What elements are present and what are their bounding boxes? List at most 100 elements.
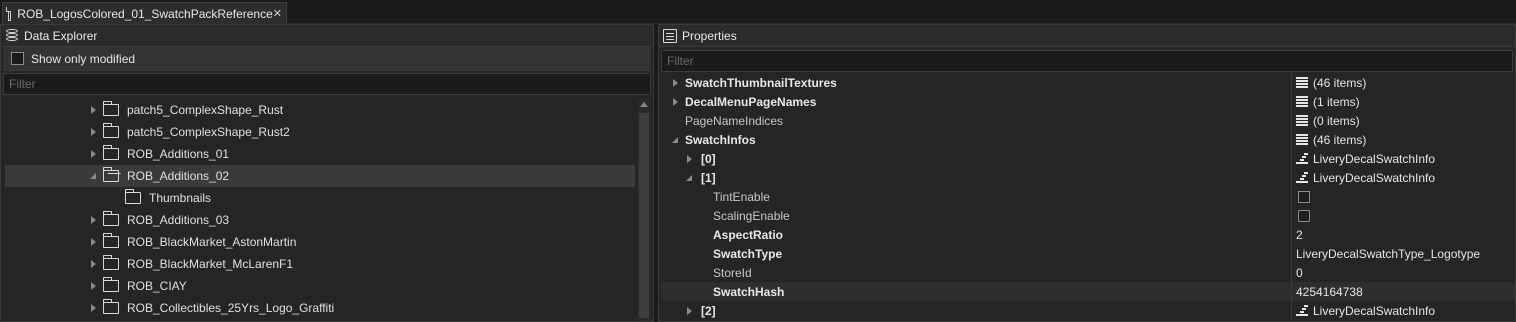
collapse-arrow-icon[interactable] xyxy=(89,237,99,247)
property-value[interactable]: LiveryDecalSwatchInfo xyxy=(1291,301,1515,320)
property-checkbox[interactable] xyxy=(1298,209,1310,222)
folder-icon xyxy=(103,101,119,116)
property-value-text: (1 items) xyxy=(1313,94,1360,109)
property-value[interactable]: LiveryDecalSwatchType_Logotype xyxy=(1291,244,1515,263)
expand-arrow-icon[interactable] xyxy=(685,173,693,182)
property-value[interactable]: (46 items) xyxy=(1291,73,1515,92)
property-value[interactable]: LiveryDecalSwatchInfo xyxy=(1291,149,1515,168)
tree-item-label: patch5_ComplexShape_Rust2 xyxy=(127,125,290,139)
property-value[interactable]: 4254164738 xyxy=(1291,282,1515,301)
property-row[interactable]: SwatchType LiveryDecalSwatchType_Logotype xyxy=(661,244,1515,263)
tree-item[interactable]: patch5_ComplexShape_Rust2 xyxy=(5,121,635,143)
tree-item-label: ROB_Additions_01 xyxy=(127,147,230,161)
collapse-arrow-icon[interactable] xyxy=(89,259,99,269)
collapse-arrow-icon[interactable] xyxy=(671,78,679,87)
object-icon xyxy=(1296,304,1308,318)
tree-item-label: patch5_ComplexShape_Rust xyxy=(127,103,284,117)
expand-arrow-icon[interactable] xyxy=(671,135,679,144)
property-name: AspectRatio xyxy=(713,227,784,242)
property-row[interactable]: [1] LiveryDecalSwatchInfo xyxy=(661,168,1515,187)
scrollbar-thumb[interactable] xyxy=(639,113,649,318)
object-icon xyxy=(1296,171,1308,185)
properties-filter-input[interactable] xyxy=(662,51,1512,71)
property-row[interactable]: StoreId 0 xyxy=(661,263,1515,282)
expand-arrow-icon[interactable] xyxy=(89,171,99,181)
object-icon xyxy=(1296,152,1308,166)
property-value[interactable]: 0 xyxy=(1291,263,1515,282)
tree-item[interactable]: patch5_ComplexShape_Rust xyxy=(5,99,635,121)
property-value[interactable] xyxy=(1291,206,1515,225)
property-value-text: LiveryDecalSwatchInfo xyxy=(1313,170,1436,185)
explorer-scrollbar[interactable] xyxy=(637,99,651,321)
show-only-modified-row[interactable]: Show only modified xyxy=(3,47,651,71)
tree-item[interactable]: ROB_Additions_03 xyxy=(5,209,635,231)
property-row[interactable]: [0] LiveryDecalSwatchInfo xyxy=(661,149,1515,168)
tree-item[interactable]: ROB_CIAY xyxy=(5,275,635,297)
property-name: [0] xyxy=(701,151,716,166)
list-icon xyxy=(1296,114,1308,128)
tree-item-label: Thumbnails xyxy=(149,191,212,205)
property-name: [1] xyxy=(701,170,716,185)
property-row[interactable]: TintEnable xyxy=(661,187,1515,206)
property-row[interactable]: AspectRatio 2 xyxy=(661,225,1515,244)
property-value-text: (46 items) xyxy=(1313,132,1367,147)
collapse-arrow-icon[interactable] xyxy=(89,303,99,313)
property-value[interactable]: (1 items) xyxy=(1291,92,1515,111)
properties-filter[interactable] xyxy=(661,50,1513,72)
tree-item-label: ROB_Collectibles_25Yrs_Logo_Graffiti xyxy=(127,301,335,315)
property-value-text: LiveryDecalSwatchInfo xyxy=(1313,303,1436,318)
property-value[interactable]: LiveryDecalSwatchInfo xyxy=(1291,168,1515,187)
tree-item[interactable]: ROB_BlackMarket_AstonMartin xyxy=(5,231,635,253)
properties-icon xyxy=(663,28,677,43)
collapse-arrow-icon[interactable] xyxy=(89,127,99,137)
explorer-filter[interactable] xyxy=(3,73,651,95)
property-row[interactable]: SwatchInfos (46 items) xyxy=(661,130,1515,149)
tree-item[interactable]: ROB_Additions_02 xyxy=(5,165,635,187)
property-name: SwatchType xyxy=(713,246,783,261)
tree-item[interactable]: ROB_BlackMarket_McLarenF1 xyxy=(5,253,635,275)
list-icon xyxy=(1296,95,1308,109)
collapse-arrow-icon[interactable] xyxy=(89,105,99,115)
tree-item-label: ROB_Additions_03 xyxy=(127,213,230,227)
property-value[interactable]: (0 items) xyxy=(1291,111,1515,130)
folder-icon xyxy=(125,189,141,204)
property-value-text: 4254164738 xyxy=(1296,284,1363,299)
property-row[interactable]: [2] LiveryDecalSwatchInfo xyxy=(661,301,1515,320)
collapse-arrow-icon[interactable] xyxy=(685,306,693,315)
data-explorer-title: Data Explorer xyxy=(24,28,98,43)
list-icon xyxy=(1296,76,1308,90)
document-icon xyxy=(6,6,12,21)
collapse-arrow-icon[interactable] xyxy=(671,97,679,106)
property-name: DecalMenuPageNames xyxy=(685,94,817,109)
folder-icon xyxy=(103,233,119,248)
property-row[interactable]: DecalMenuPageNames (1 items) xyxy=(661,92,1515,111)
property-value[interactable] xyxy=(1291,187,1515,206)
property-value-text: 2 xyxy=(1296,227,1303,242)
tree-item[interactable]: Thumbnails xyxy=(5,187,635,209)
property-name: ScalingEnable xyxy=(713,208,790,223)
collapse-arrow-icon[interactable] xyxy=(89,149,99,159)
document-tab[interactable]: ROB_LogosColored_01_SwatchPackReference … xyxy=(2,2,287,24)
document-tab-bar: ROB_LogosColored_01_SwatchPackReference … xyxy=(0,0,1516,24)
property-row[interactable]: SwatchThumbnailTextures (46 items) xyxy=(661,73,1515,92)
explorer-filter-input[interactable] xyxy=(4,74,650,94)
property-row[interactable]: PageNameIndices (0 items) xyxy=(661,111,1515,130)
property-row[interactable]: ScalingEnable xyxy=(661,206,1515,225)
folder-open-icon xyxy=(103,167,119,182)
collapse-arrow-icon[interactable] xyxy=(89,215,99,225)
tree-item-label: ROB_CIAY xyxy=(127,279,187,293)
show-only-modified-checkbox[interactable] xyxy=(11,52,24,65)
collapse-arrow-icon[interactable] xyxy=(89,281,99,291)
property-row[interactable]: SwatchHash 4254164738 xyxy=(661,282,1515,301)
scroll-up-icon[interactable] xyxy=(640,102,648,107)
property-value[interactable]: 2 xyxy=(1291,225,1515,244)
data-explorer-panel: Data Explorer Show only modified patch5_… xyxy=(0,24,654,322)
collapse-arrow-icon[interactable] xyxy=(685,154,693,163)
close-tab-icon[interactable]: ✕ xyxy=(273,7,282,20)
folder-icon xyxy=(103,299,119,314)
property-value[interactable]: (46 items) xyxy=(1291,130,1515,149)
property-checkbox[interactable] xyxy=(1298,190,1310,203)
properties-header: Properties xyxy=(659,25,1515,47)
tree-item[interactable]: ROB_Collectibles_25Yrs_Logo_Graffiti xyxy=(5,297,635,319)
tree-item[interactable]: ROB_Additions_01 xyxy=(5,143,635,165)
